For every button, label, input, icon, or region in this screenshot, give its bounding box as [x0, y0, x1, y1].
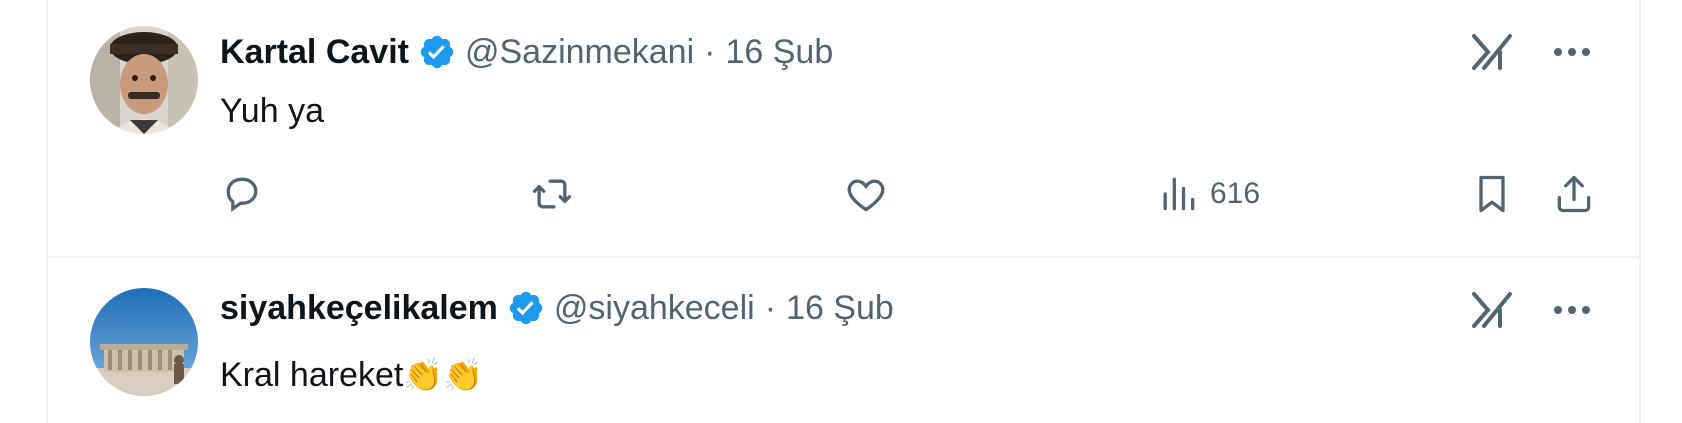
- tweet-header: Kartal Cavit @Sazinmekani · 16 Şub: [220, 30, 833, 74]
- like-icon: [847, 179, 885, 212]
- author-name[interactable]: siyahkeçelikalem: [220, 289, 498, 328]
- clapping-hands-emoji: 👏👏: [403, 356, 484, 394]
- share-button[interactable]: [1552, 172, 1596, 216]
- tweet-header: siyahkeçelikalem @siyahkeceli · 16 Şub: [220, 286, 894, 330]
- share-icon: [1557, 175, 1591, 213]
- retweet-button[interactable]: [530, 172, 574, 216]
- tweet-top-actions: [1470, 290, 1592, 330]
- tweet-text: Kral hareket👏👏: [220, 356, 483, 395]
- author-name[interactable]: Kartal Cavit: [220, 33, 409, 72]
- tweet-top-actions: [1470, 32, 1592, 72]
- verified-badge-icon: [509, 291, 543, 325]
- grok-icon[interactable]: [1470, 290, 1514, 330]
- timeline: Kartal Cavit @Sazinmekani · 16 Şub Yuh y: [0, 0, 1682, 423]
- retweet-icon: [532, 179, 572, 209]
- more-icon[interactable]: [1552, 46, 1592, 58]
- author-handle[interactable]: @siyahkeceli: [554, 289, 755, 328]
- views-button[interactable]: 616: [1156, 172, 1260, 216]
- avatar-image: [90, 26, 198, 134]
- views-icon: [1163, 177, 1195, 211]
- avatar[interactable]: [90, 288, 198, 396]
- separator-dot: ·: [764, 288, 777, 327]
- bookmark-button[interactable]: [1470, 172, 1514, 216]
- tweet-text: Yuh ya: [220, 92, 324, 131]
- author-handle[interactable]: @Sazinmekani: [465, 33, 694, 72]
- reply-icon: [226, 177, 258, 212]
- grok-icon[interactable]: [1470, 32, 1514, 72]
- tweet-text-content: Kral hareket: [220, 356, 404, 394]
- avatar[interactable]: [90, 26, 198, 134]
- tweet[interactable]: siyahkeçelikalem @siyahkeceli · 16 Şub K: [0, 258, 1682, 423]
- bookmark-icon: [1479, 175, 1505, 213]
- tweet-actions: 616: [0, 172, 1682, 228]
- avatar-image: [90, 288, 198, 396]
- more-icon[interactable]: [1552, 304, 1592, 316]
- like-button[interactable]: [844, 172, 888, 216]
- views-count: 616: [1210, 177, 1261, 210]
- tweet[interactable]: Kartal Cavit @Sazinmekani · 16 Şub Yuh y: [0, 0, 1682, 256]
- tweet-date[interactable]: 16 Şub: [786, 289, 894, 328]
- tweet-date[interactable]: 16 Şub: [725, 33, 833, 72]
- verified-badge-icon: [420, 35, 454, 69]
- reply-button[interactable]: [220, 172, 264, 216]
- separator-dot: ·: [704, 32, 716, 71]
- tweet-text-content: Yuh ya: [220, 92, 324, 130]
